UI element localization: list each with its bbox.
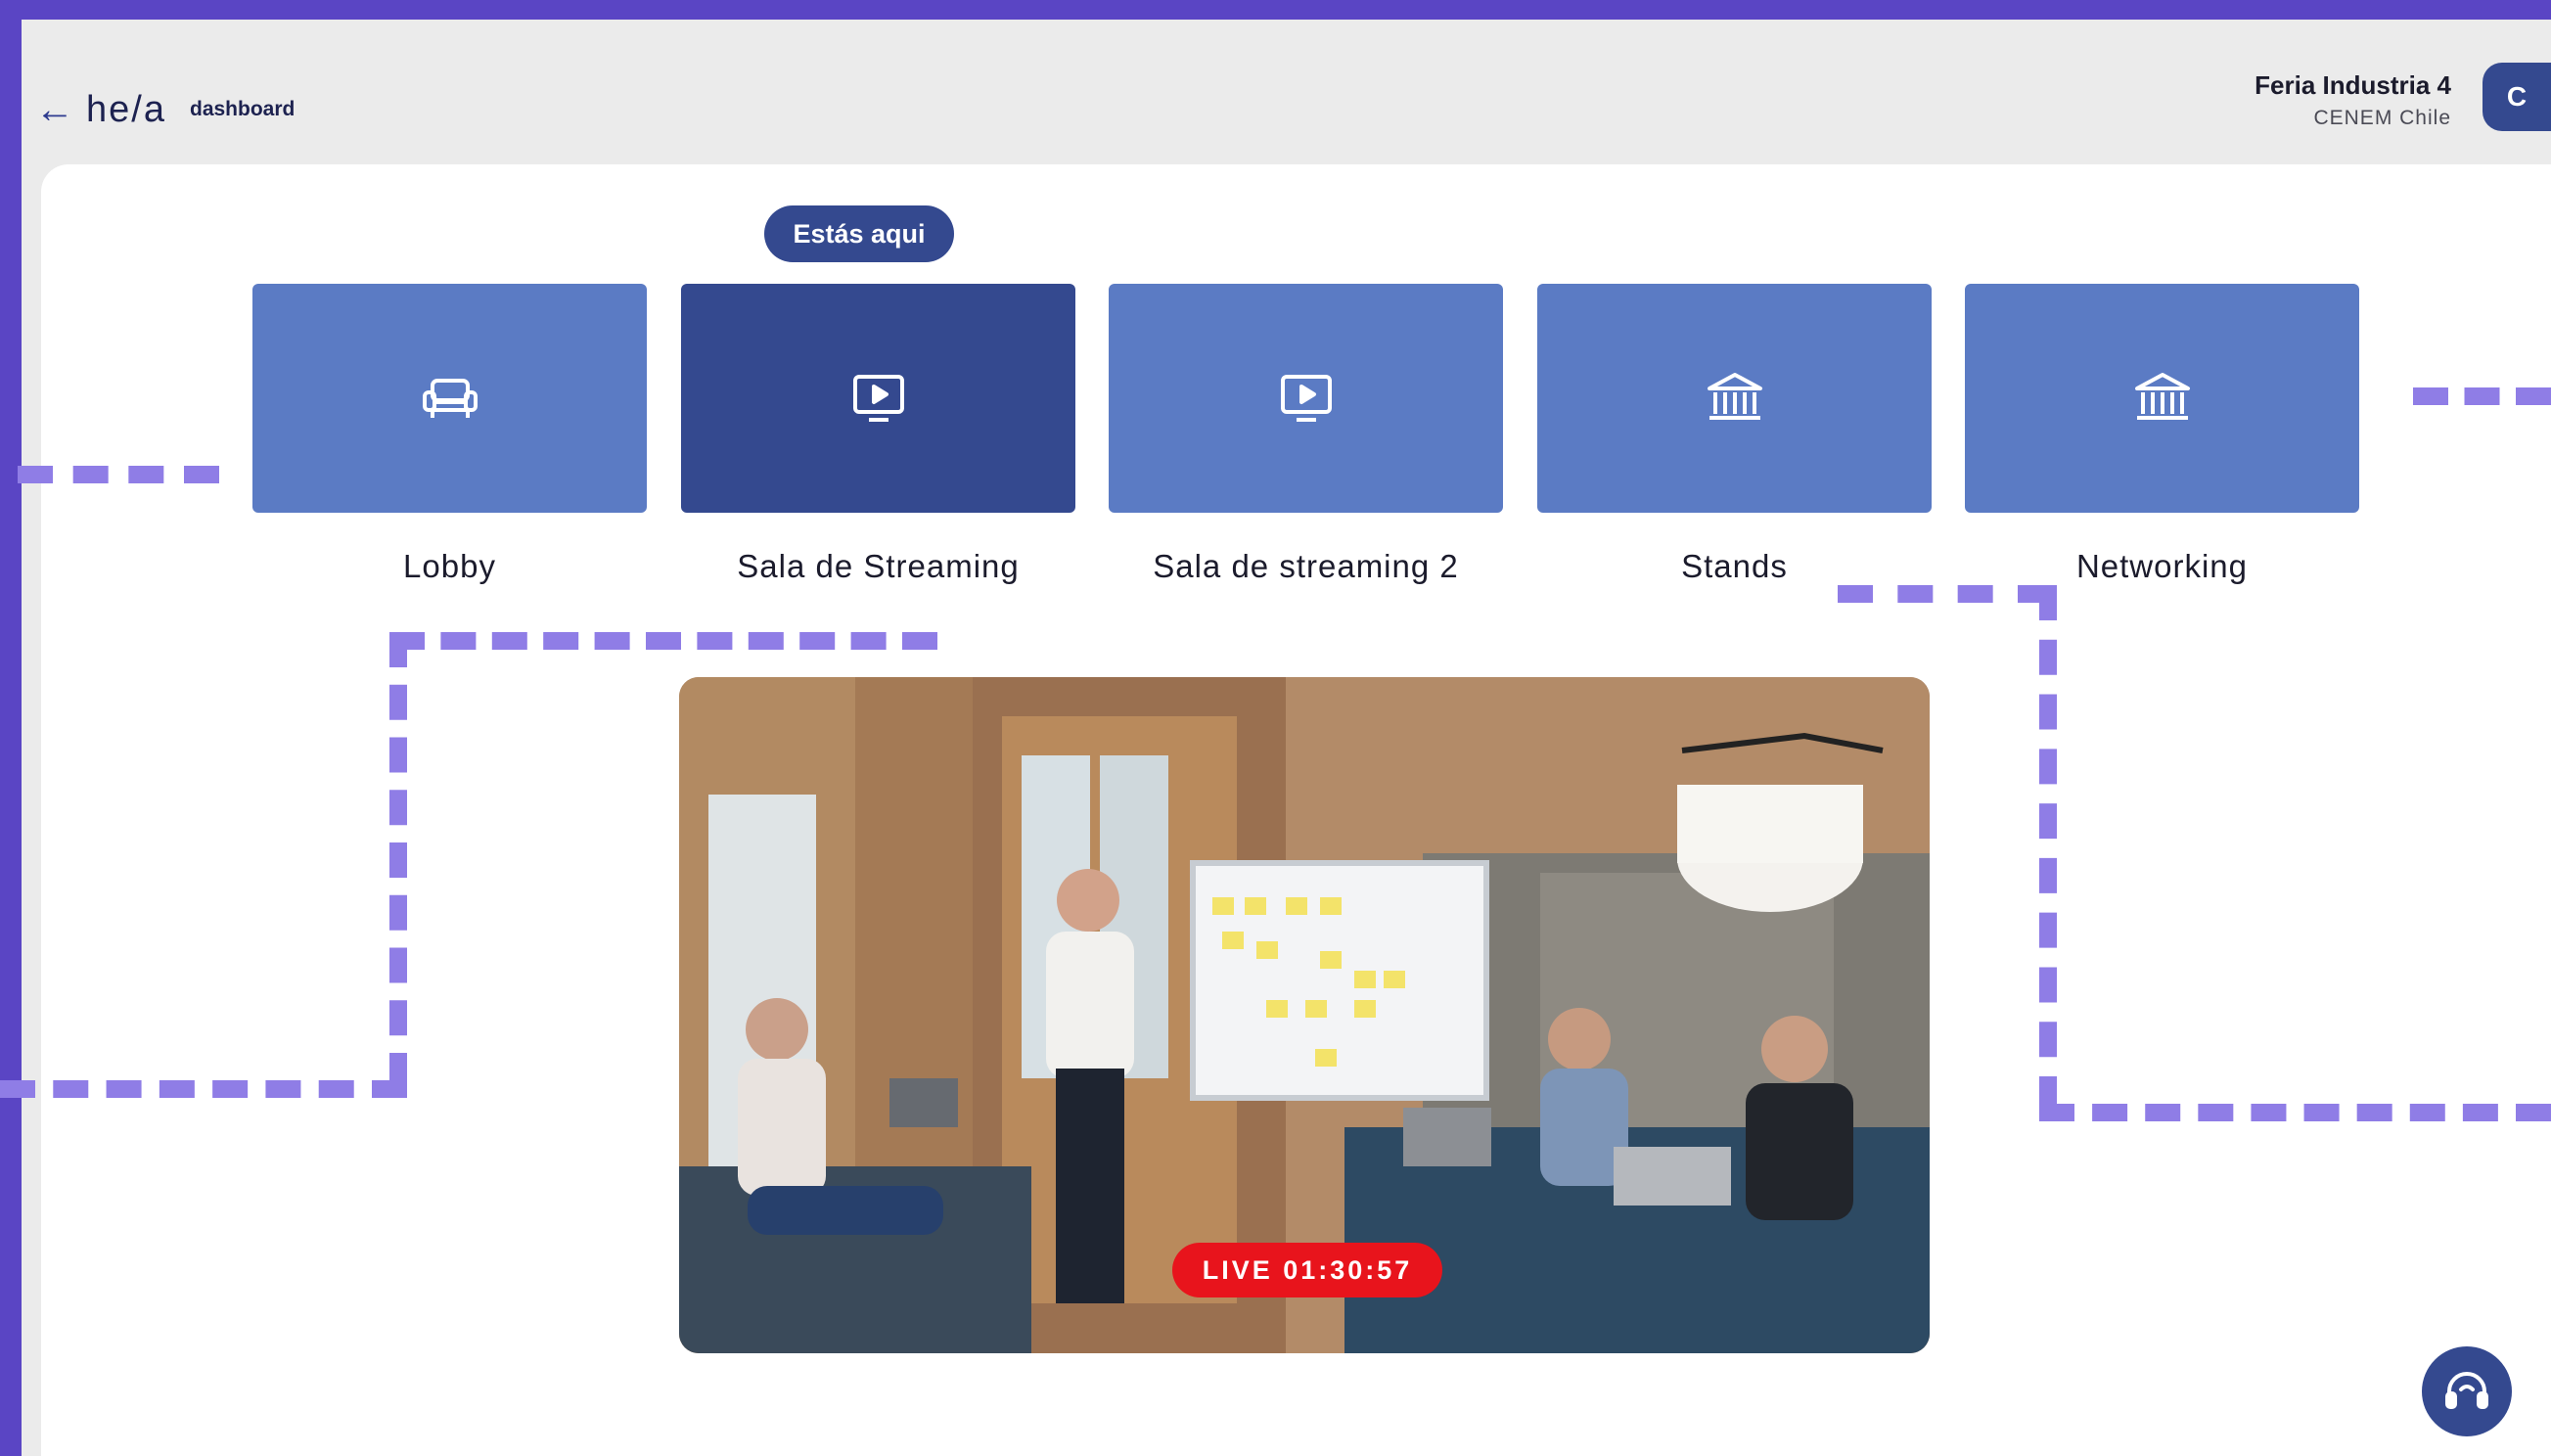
- event-organizer: CENEM Chile: [2313, 107, 2451, 129]
- tile-label-lobby[interactable]: Lobby: [252, 548, 647, 585]
- help-button[interactable]: [2422, 1346, 2512, 1436]
- tile-networking[interactable]: [1965, 284, 2359, 513]
- tile-label-stands[interactable]: Stands: [1537, 548, 1932, 585]
- building-columns-icon: [1707, 373, 1762, 420]
- dotted-connector: [2039, 585, 2057, 1112]
- app-logo: he/a: [86, 89, 166, 130]
- tile-label-sala-de-streaming[interactable]: Sala de Streaming: [681, 548, 1075, 585]
- dotted-connector: [0, 1080, 407, 1098]
- dotted-connector: [389, 632, 937, 650]
- tile-stands[interactable]: [1537, 284, 1932, 513]
- tile-label-networking[interactable]: Networking: [1965, 548, 2359, 585]
- you-are-here-badge: Estás aqui: [764, 205, 954, 262]
- event-info: Feria Industria 4 CENEM Chile: [2255, 67, 2451, 133]
- building-columns-icon: [2134, 373, 2190, 420]
- tile-sala-de-streaming-2[interactable]: [1109, 284, 1503, 513]
- live-indicator: LIVE 01:30:57: [1172, 1243, 1442, 1297]
- arrow-left-icon[interactable]: ←: [35, 80, 84, 139]
- play-screen-icon: [1280, 375, 1332, 422]
- dotted-connector: [2413, 387, 2551, 405]
- event-name: Feria Industria 4: [2255, 70, 2451, 100]
- dotted-connector: [18, 466, 219, 483]
- tile-sala-de-streaming[interactable]: [681, 284, 1075, 513]
- dotted-connector: [389, 632, 407, 1088]
- stream-video-player[interactable]: LIVE 01:30:57: [679, 677, 1930, 1353]
- dotted-connector: [1838, 585, 2053, 603]
- dotted-connector: [2039, 1104, 2551, 1121]
- headset-icon: [2445, 1372, 2488, 1409]
- top-bar: ← he/a dashboard Feria Industria 4 CENEM…: [22, 20, 2551, 166]
- tile-lobby[interactable]: [252, 284, 647, 513]
- breadcrumb-dashboard[interactable]: dashboard: [190, 80, 295, 139]
- sofa-icon: [422, 379, 478, 418]
- avatar[interactable]: C: [2483, 63, 2551, 131]
- play-screen-icon: [852, 375, 904, 422]
- tile-label-sala-de-streaming-2[interactable]: Sala de streaming 2: [1109, 548, 1503, 585]
